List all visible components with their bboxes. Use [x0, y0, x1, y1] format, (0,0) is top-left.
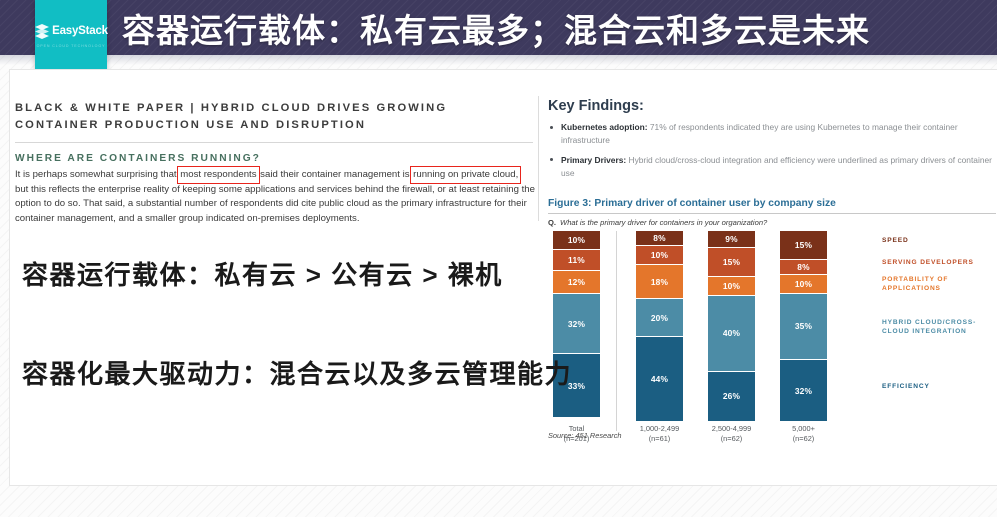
bar-segment: 15% [708, 248, 755, 277]
figure-title: Figure 3: Primary driver of container us… [548, 198, 996, 214]
bar-segment: 10% [636, 246, 683, 266]
bar-segment: 12% [553, 270, 600, 294]
figure-3: Figure 3: Primary driver of container us… [548, 198, 996, 443]
document-body-paragraph: It is perhaps somewhat surprising that m… [15, 165, 535, 227]
legend-entry: EFFICIENCY [882, 382, 930, 390]
chart-plot-area: 10% 11% 12% 32% 33% Total (n=201) 8% 10% 18% 20% 44… [548, 231, 878, 443]
key-finding-item: Kubernetes adoption: 71% of respondents … [548, 121, 992, 148]
key-finding-label: Kubernetes adoption: [561, 122, 648, 132]
key-findings-title: Key Findings: [548, 98, 644, 114]
bar-segment: 15% [780, 231, 827, 260]
logo-tagline: OPEN CLOUD TECHNOLOGY [36, 44, 106, 48]
stacked-bar-chart: 10% 11% 12% 32% 33% Total (n=201) 8% 10% 18% 20% 44… [548, 231, 996, 443]
document-kicker: BLACK & WHITE PAPER | HYBRID CLOUD DRIVE… [15, 102, 448, 132]
bar-segment: 32% [780, 360, 827, 421]
figure-question-marker: Q. [548, 218, 557, 227]
bar-segment: 20% [636, 299, 683, 338]
easystack-stack-icon [34, 23, 50, 41]
bar-segment: 40% [708, 295, 755, 372]
legend-entry: HYBRID CLOUD/CROSS-CLOUD INTEGRATION [882, 318, 977, 335]
chart-legend: SPEED SERVING DEVELOPERS PORTABILITY OF AP… [882, 231, 996, 421]
body-text-part-2: said their container management is [257, 168, 413, 180]
header-shadow [0, 55, 997, 65]
body-text-part-1: It is perhaps somewhat surprising that [15, 168, 180, 180]
logo-wordmark: EasyStack [52, 25, 108, 38]
bar-segment: 44% [636, 337, 683, 421]
annotation-line-1: 容器运行载体：私有云 > 公有云 > 裸机 [22, 260, 503, 290]
highlight-running-on-private-cloud: running on private cloud, [410, 165, 522, 184]
bar-segment: 35% [780, 293, 827, 361]
bar-group: 15% 8% 10% 35% 32% [780, 231, 827, 421]
annotation-line-2: 容器化最大驱动力：混合云以及多云管理能力 [22, 359, 573, 389]
key-findings-list: Kubernetes adoption: 71% of respondents … [548, 121, 992, 180]
document-section-heading: WHERE ARE CONTAINERS RUNNING? [15, 152, 261, 164]
legend-entry: SPEED [882, 237, 909, 245]
key-findings-block: Key Findings: Kubernetes adoption: 71% o… [548, 98, 992, 186]
legend-entry: PORTABILITY OF APPLICATIONS [882, 276, 949, 293]
bar-segment: 8% [636, 231, 683, 247]
key-finding-label: Primary Drivers: [561, 154, 627, 165]
bar-group: 9% 15% 10% 40% 26% [708, 231, 755, 421]
bar-group: 8% 10% 18% 20% 44% [636, 231, 683, 421]
bar-segment: 26% [708, 371, 755, 421]
highlight-most-respondents: most respondents [177, 165, 260, 184]
bar-segment: 11% [553, 250, 600, 271]
slide-canvas: EasyStack OPEN CLOUD TECHNOLOGY 容器运行载体：私… [0, 0, 997, 517]
figure-question: Q. What is the primary driver for contain… [548, 218, 996, 227]
logo-row: EasyStack [34, 23, 108, 41]
key-finding-text: Hybrid cloud/cross-cloud integration and… [561, 154, 992, 178]
bar-category-label: 5,000+ (n=62) [792, 424, 815, 443]
body-text-part-3: but this reflects the enterprise reality… [15, 183, 535, 225]
bar-segment: 18% [636, 265, 683, 300]
bar-segment: 10% [553, 231, 600, 250]
figure-question-text: What is the primary driver for container… [560, 218, 768, 227]
bar-group: 10% 11% 12% 32% 33% [553, 231, 600, 421]
slide-title: 容器运行载体：私有云最多；混合云和多云是未来 [122, 12, 870, 49]
bar-segment: 10% [780, 274, 827, 294]
key-finding-item: Primary Drivers: Hybrid cloud/cross-clou… [548, 154, 992, 181]
bar-segment: 10% [708, 276, 755, 296]
document-left-column: BLACK & WHITE PAPER | HYBRID CLOUD DRIVE… [15, 100, 535, 227]
bar-segment: 8% [780, 259, 827, 275]
bar-segment: 32% [553, 293, 600, 355]
column-divider [538, 96, 539, 221]
figure-source: Source: 451 Research [548, 431, 622, 440]
easystack-logo: EasyStack OPEN CLOUD TECHNOLOGY [34, 0, 108, 71]
document-divider [15, 141, 533, 143]
chart-group-divider [616, 231, 617, 431]
legend-entry: SERVING DEVELOPERS [882, 259, 974, 267]
bar-segment: 9% [708, 231, 755, 249]
